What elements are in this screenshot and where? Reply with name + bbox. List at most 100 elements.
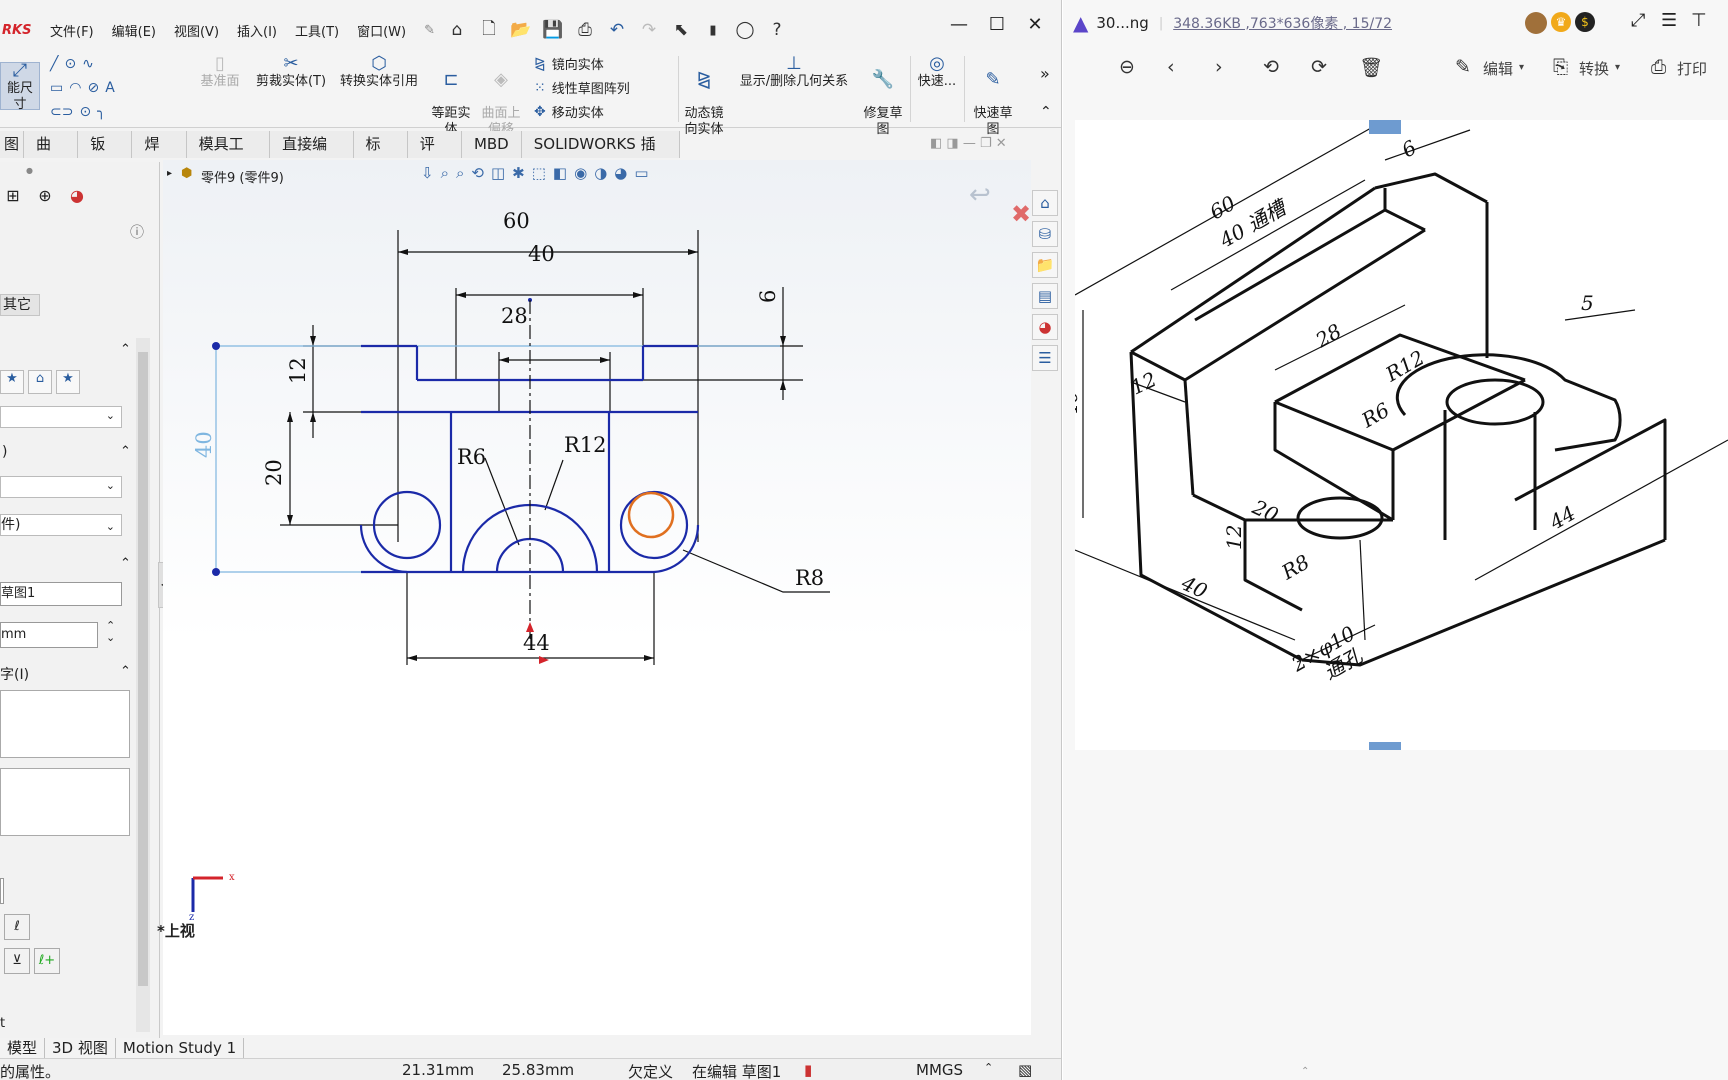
slot-tool[interactable]: ⊂⊃ ⊙ ╮ <box>50 104 106 120</box>
dropdown-2[interactable]: ⌄ <box>0 476 122 498</box>
convert-button[interactable]: 转换 <box>1579 58 1609 79</box>
pin-icon[interactable]: ✎ <box>424 23 435 38</box>
text-area-1[interactable] <box>0 690 130 758</box>
tab-motion-study[interactable]: Motion Study 1 <box>116 1038 245 1058</box>
distance-field[interactable]: mm <box>0 622 98 648</box>
tab-direct-edit[interactable]: 直接编辑 <box>270 131 354 180</box>
avatar[interactable] <box>1525 12 1547 34</box>
offset-entities-button[interactable]: ⊏ 等距实 体 <box>428 56 474 138</box>
panel-scrollbar[interactable] <box>136 338 150 1032</box>
menu-window[interactable]: 窗口(W) <box>357 21 406 40</box>
dropdown-1[interactable]: ⌄ <box>0 406 122 428</box>
favorite-star-icon[interactable]: ★ <box>56 370 80 394</box>
rebuild-icon[interactable]: ▮ <box>804 1061 812 1079</box>
home-icon[interactable]: ⌂ <box>1032 190 1058 216</box>
convert-entities-button[interactable]: ⬡ 转换实体引用 <box>334 55 424 90</box>
units-up-icon[interactable]: ⌃ <box>984 1061 993 1074</box>
rotate-right-icon[interactable]: ⟳ <box>1311 56 1327 78</box>
image-display[interactable]: 60 40 通槽 6 40 12 28 R12 R6 5 20 12 R8 40… <box>1063 120 1728 750</box>
convert-icon[interactable]: ⎘ <box>1553 56 1568 78</box>
menu-tools[interactable]: 工具(T) <box>295 21 339 40</box>
new-doc-icon[interactable]: 🗋 <box>478 16 500 45</box>
menu-file[interactable]: 文件(F) <box>50 21 94 40</box>
select-arrow-icon[interactable]: ⬉ <box>670 20 692 40</box>
appearances-icon[interactable]: ◕ <box>1032 314 1058 340</box>
redo-icon[interactable]: ↷ <box>638 20 660 40</box>
tab-evaluate[interactable]: 评估 <box>407 131 462 180</box>
menu-edit[interactable]: 编辑(E) <box>112 21 156 40</box>
custom-properties-icon[interactable]: ☰ <box>1032 345 1058 371</box>
menu-view[interactable]: 视图(V) <box>174 21 219 40</box>
tab-annotation[interactable]: 标注 <box>353 131 408 180</box>
vip-badge-icon[interactable]: ♛ <box>1551 12 1571 32</box>
view-palette-icon[interactable]: ▤ <box>1032 283 1058 309</box>
other-tab[interactable]: 其它 <box>0 294 40 316</box>
help-circle-icon[interactable]: ⓘ <box>130 222 144 242</box>
menu-insert[interactable]: 插入(I) <box>237 21 277 40</box>
repair-sketch-button[interactable]: 🔧 修复草 图 <box>860 56 906 138</box>
tab-sketch[interactable]: 图 <box>0 131 25 158</box>
design-library-icon[interactable]: ⛁ <box>1032 221 1058 247</box>
smart-dimension-button[interactable]: ⤢ 能尺寸 <box>0 62 40 112</box>
rapid-sketch-button[interactable]: ✎ 快速草 图 <box>966 56 1020 138</box>
previous-icon[interactable]: ‹ <box>1167 56 1175 78</box>
graphics-area[interactable]: ▸ ⬢ 零件9 (零件9) ⇩ ⌕ ⌕ ⟲ ◫ ✱ ⬚ ◧ ◉ ◑ ◕ ▭ ↩ … <box>157 160 1031 1035</box>
next-icon[interactable]: › <box>1215 56 1223 78</box>
part-dropdown[interactable]: 件) ⌄ <box>0 514 122 536</box>
collapse-chevron-icon[interactable]: ⌃ <box>120 444 131 459</box>
trim-button[interactable]: ✂ 剪裁实体(T) <box>252 55 330 90</box>
tab-mbd[interactable]: MBD <box>461 131 522 158</box>
scrollbar-thumb[interactable] <box>138 352 148 986</box>
coin-icon[interactable]: $ <box>1575 12 1595 32</box>
tab-3d-view[interactable]: 3D 视图 <box>45 1038 116 1058</box>
add-text-icon[interactable]: ℓ+ <box>34 948 60 974</box>
status-tag-icon[interactable]: ▧ <box>1018 1061 1032 1079</box>
file-explorer-icon[interactable]: 📁 <box>1032 252 1058 278</box>
quick-snaps-button[interactable]: ◎ 快速... <box>912 55 962 90</box>
dimxpert-tab-icon[interactable]: ⊕ <box>32 186 58 214</box>
zoom-out-icon[interactable]: ⊖ <box>1119 56 1135 78</box>
line-tool[interactable]: ╱ ⊙ ∿ <box>50 56 94 72</box>
help-icon[interactable]: ? <box>766 20 788 40</box>
tab-weldments[interactable]: 焊件 <box>132 131 187 180</box>
file-meta[interactable]: 348.36KB ,763*636像素 , 15/72 <box>1173 13 1392 33</box>
add-relation-star-icon[interactable]: ★ <box>0 370 24 394</box>
ref-plane-button[interactable]: ▯ 基准面 <box>196 55 244 90</box>
traffic-light-icon[interactable]: ▮ <box>702 23 724 38</box>
print-button[interactable]: 打印 <box>1677 58 1707 79</box>
collapse-chevron-icon[interactable]: ⌃ <box>120 556 131 571</box>
pin-top-icon[interactable]: ⊤ <box>1691 10 1707 31</box>
collapse-chevron-icon[interactable]: ⌃ <box>120 342 131 357</box>
font-icon[interactable]: ℓ <box>4 914 30 940</box>
edit-icon[interactable]: ✎ <box>1455 56 1471 78</box>
appearance-tab-icon[interactable]: ◕ <box>64 186 90 214</box>
save-icon[interactable]: 💾 <box>542 20 564 40</box>
minimize-button[interactable]: — <box>944 14 974 35</box>
home-star-icon[interactable]: ⌂ <box>28 370 52 394</box>
menu-icon[interactable]: ☰ <box>1661 10 1677 31</box>
sketch-field[interactable]: 草图1 <box>0 582 122 606</box>
tab-model[interactable]: 模型 <box>0 1038 46 1058</box>
open-icon[interactable]: 📂 <box>510 20 532 40</box>
edit-dropdown-icon[interactable]: ▾ <box>1519 62 1524 73</box>
fullscreen-icon[interactable]: ⤢ <box>1631 10 1645 31</box>
ribbon-expand-icon[interactable]: » <box>1040 64 1050 83</box>
tab-mold-tools[interactable]: 模具工具 <box>186 131 271 180</box>
print-icon[interactable]: ⎙ <box>1651 56 1666 78</box>
user-icon[interactable]: ◯ <box>734 20 756 40</box>
expand-thumbnails-icon[interactable]: ⌃ <box>1301 1066 1309 1077</box>
print-icon[interactable]: ⎙ <box>574 20 596 40</box>
ribbon-collapse-icon[interactable]: ⌃ <box>1040 104 1052 120</box>
convert-dropdown-icon[interactable]: ▾ <box>1615 62 1620 73</box>
undo-icon[interactable]: ↶ <box>606 20 628 40</box>
sketch-canvas[interactable]: 60 40 28 R6 R12 R8 44 6 12 20 40 x z <box>163 160 1031 1035</box>
doc-window-controls[interactable]: ◧ ◨ — ❐ ✕ <box>930 136 1007 151</box>
rotate-left-icon[interactable]: ⟲ <box>1263 56 1279 78</box>
tab-surface[interactable]: 曲面 <box>24 131 79 180</box>
close-button[interactable]: ✕ <box>1020 14 1050 35</box>
tab-sheetmetal[interactable]: 钣金 <box>78 131 133 180</box>
spinner-icon[interactable]: ⌃ ⌄ <box>106 620 115 644</box>
display-manager-tab-icon[interactable]: ⊞ <box>0 186 26 214</box>
linear-pattern-button[interactable]: ⁙ 线性草图阵列 <box>534 78 630 98</box>
text-area-2[interactable] <box>0 768 130 836</box>
